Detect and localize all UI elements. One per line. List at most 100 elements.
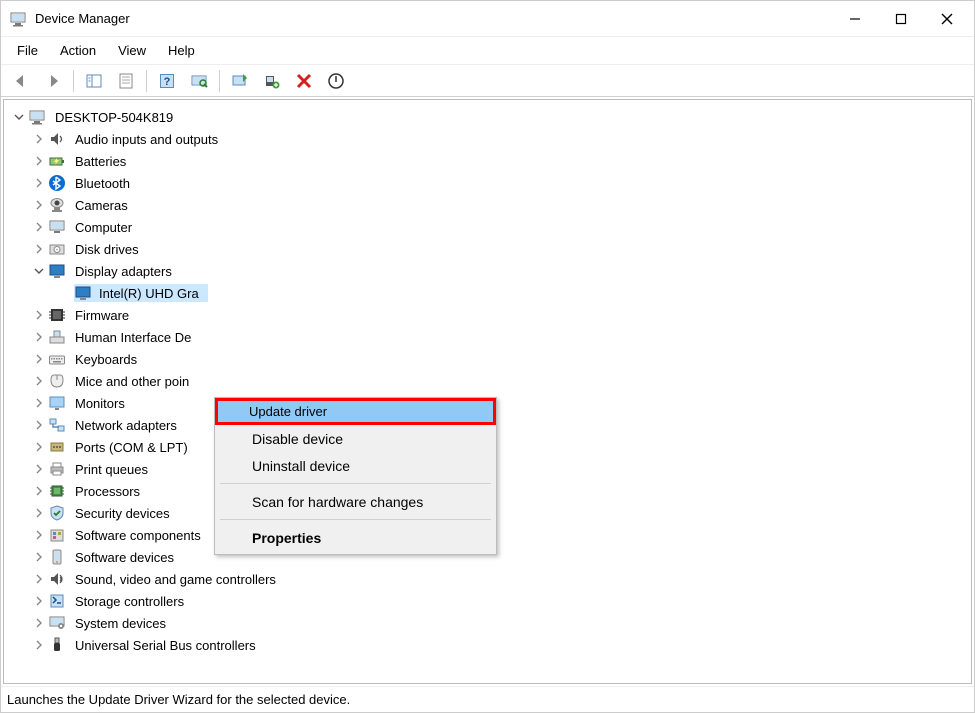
tree-category[interactable]: Universal Serial Bus controllers — [8, 634, 967, 656]
expand-toggle[interactable] — [32, 242, 46, 256]
tree-category[interactable]: Audio inputs and outputs — [8, 128, 967, 150]
cpu-icon — [48, 482, 66, 500]
update-driver-button[interactable] — [226, 68, 254, 94]
toolbar: ? — [1, 65, 974, 97]
tree-root-label: DESKTOP-504K819 — [52, 109, 176, 126]
network-icon — [48, 416, 66, 434]
menu-help[interactable]: Help — [158, 39, 205, 62]
tree-category[interactable]: Cameras — [8, 194, 967, 216]
computer-icon — [28, 108, 46, 126]
tree-category-label: Cameras — [72, 197, 131, 214]
titlebar: Device Manager — [1, 1, 974, 37]
tree-device-label: Intel(R) UHD Gra — [96, 285, 202, 302]
ctx-separator — [220, 483, 491, 484]
tree-category-label: Security devices — [72, 505, 173, 522]
tree-root[interactable]: DESKTOP-504K819 — [8, 106, 967, 128]
device-tree[interactable]: DESKTOP-504K819 Audio inputs and outputs… — [3, 99, 972, 684]
tree-category-label: Storage controllers — [72, 593, 187, 610]
ctx-disable-device[interactable]: Disable device — [218, 425, 493, 452]
expand-toggle[interactable] — [32, 550, 46, 564]
printer-icon — [48, 460, 66, 478]
menu-view[interactable]: View — [108, 39, 156, 62]
tree-category[interactable]: Sound, video and game controllers — [8, 568, 967, 590]
menu-action[interactable]: Action — [50, 39, 106, 62]
tree-category[interactable]: System devices — [8, 612, 967, 634]
close-button[interactable] — [924, 4, 970, 34]
ctx-properties[interactable]: Properties — [218, 524, 493, 551]
tree-category[interactable]: Computer — [8, 216, 967, 238]
toolbar-separator — [73, 70, 74, 92]
tree-category[interactable]: Bluetooth — [8, 172, 967, 194]
expand-toggle[interactable] — [12, 110, 26, 124]
expand-toggle[interactable] — [32, 506, 46, 520]
tree-category[interactable]: Human Interface De — [8, 326, 967, 348]
help-button[interactable]: ? — [153, 68, 181, 94]
expand-toggle[interactable] — [32, 484, 46, 498]
expand-toggle[interactable] — [32, 330, 46, 344]
statusbar: Launches the Update Driver Wizard for th… — [1, 686, 974, 712]
tree-category[interactable]: Disk drives — [8, 238, 967, 260]
status-text: Launches the Update Driver Wizard for th… — [7, 692, 350, 707]
expand-toggle[interactable] — [32, 616, 46, 630]
expand-toggle[interactable] — [32, 198, 46, 212]
tree-category[interactable]: Mice and other poin — [8, 370, 967, 392]
tree-category[interactable]: Firmware — [8, 304, 967, 326]
expand-toggle[interactable] — [32, 220, 46, 234]
expand-toggle[interactable] — [32, 154, 46, 168]
uninstall-device-button[interactable] — [290, 68, 318, 94]
expand-toggle[interactable] — [32, 264, 46, 278]
expand-toggle[interactable] — [32, 352, 46, 366]
tree-category-label: Bluetooth — [72, 175, 133, 192]
speaker-icon — [48, 130, 66, 148]
hid-icon — [48, 328, 66, 346]
camera-icon — [48, 196, 66, 214]
tree-category-label: System devices — [72, 615, 169, 632]
forward-button[interactable] — [39, 68, 67, 94]
tree-category-label: Ports (COM & LPT) — [72, 439, 191, 456]
storage-icon — [48, 592, 66, 610]
mouse-icon — [48, 372, 66, 390]
ctx-separator — [220, 519, 491, 520]
tree-category-label: Display adapters — [72, 263, 175, 280]
back-button[interactable] — [7, 68, 35, 94]
tree-category-label: Batteries — [72, 153, 129, 170]
scan-hardware-button[interactable] — [185, 68, 213, 94]
ctx-scan-hardware[interactable]: Scan for hardware changes — [218, 488, 493, 515]
minimize-button[interactable] — [832, 4, 878, 34]
expand-toggle[interactable] — [32, 374, 46, 388]
menubar: File Action View Help — [1, 37, 974, 65]
expand-toggle[interactable] — [32, 176, 46, 190]
menu-file[interactable]: File — [7, 39, 48, 62]
tree-category-label: Audio inputs and outputs — [72, 131, 221, 148]
properties-button[interactable] — [112, 68, 140, 94]
expand-toggle[interactable] — [32, 638, 46, 652]
tree-category-label: Firmware — [72, 307, 132, 324]
expand-toggle[interactable] — [32, 594, 46, 608]
tree-category-label: Processors — [72, 483, 143, 500]
expand-toggle[interactable] — [32, 528, 46, 542]
tree-category[interactable]: Keyboards — [8, 348, 967, 370]
expand-toggle[interactable] — [32, 396, 46, 410]
display-icon — [74, 284, 92, 302]
maximize-button[interactable] — [878, 4, 924, 34]
expand-toggle[interactable] — [32, 418, 46, 432]
sound-icon — [48, 570, 66, 588]
show-hide-console-tree-button[interactable] — [80, 68, 108, 94]
expand-toggle[interactable] — [32, 572, 46, 586]
tree-category[interactable]: Display adapters — [8, 260, 967, 282]
expand-toggle[interactable] — [32, 132, 46, 146]
expand-toggle[interactable] — [32, 308, 46, 322]
enable-device-button[interactable] — [258, 68, 286, 94]
tree-category-label: Print queues — [72, 461, 151, 478]
tree-device[interactable]: Intel(R) UHD Gra — [8, 282, 967, 304]
tree-category[interactable]: Batteries — [8, 150, 967, 172]
ctx-uninstall-device[interactable]: Uninstall device — [218, 452, 493, 479]
ctx-uninstall-device-label: Uninstall device — [252, 458, 350, 474]
expand-toggle[interactable] — [32, 440, 46, 454]
tree-category[interactable]: Storage controllers — [8, 590, 967, 612]
bluetooth-icon — [48, 174, 66, 192]
ctx-update-driver[interactable]: Update driver — [215, 398, 496, 425]
disable-device-button[interactable] — [322, 68, 350, 94]
expand-toggle[interactable] — [32, 462, 46, 476]
computer-icon — [48, 218, 66, 236]
